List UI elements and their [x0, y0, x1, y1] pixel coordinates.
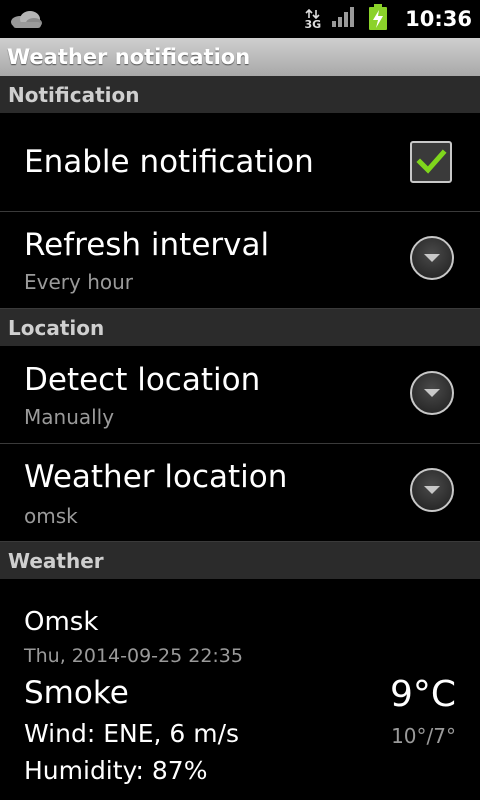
section-header-location: Location — [0, 309, 480, 346]
pref-refresh-interval[interactable]: Refresh interval Every hour — [0, 212, 480, 309]
weather-condition: Smoke — [24, 675, 129, 711]
pref-detect-location[interactable]: Detect location Manually — [0, 346, 480, 444]
pref-summary: Manually — [24, 405, 115, 429]
dropdown-arrow-icon[interactable] — [410, 236, 454, 280]
weather-cloud-icon — [8, 8, 44, 34]
pref-summary: omsk — [24, 504, 78, 528]
clock: 10:36 — [405, 7, 472, 31]
dropdown-arrow-icon[interactable] — [410, 371, 454, 415]
weather-temperature: 9°C — [389, 674, 456, 715]
weather-panel[interactable]: Omsk Thu, 2014-09-25 22:35 Smoke Wind: E… — [0, 579, 480, 800]
section-header-notification: Notification — [0, 76, 480, 113]
pref-weather-location[interactable]: Weather location omsk — [0, 444, 480, 542]
weather-wind: Wind: ENE, 6 m/s — [24, 719, 240, 748]
pref-title: Weather location — [24, 459, 288, 495]
section-title: Location — [8, 315, 105, 340]
network-type-label: 3G — [304, 17, 322, 31]
pref-enable-notification[interactable]: Enable notification — [0, 113, 480, 212]
weather-datetime: Thu, 2014-09-25 22:35 — [24, 645, 243, 667]
pref-summary: Every hour — [24, 270, 134, 294]
pref-title: Detect location — [24, 362, 261, 398]
weather-high-low: 10°/7° — [391, 724, 456, 748]
weather-city: Omsk — [24, 607, 99, 637]
section-title: Weather — [8, 548, 104, 573]
app-title-bar: Weather notification — [0, 38, 480, 76]
checkmark-icon — [416, 149, 447, 174]
weather-humidity: Humidity: 87% — [24, 756, 208, 785]
page-title: Weather notification — [7, 45, 251, 69]
signal-bars-icon — [331, 6, 357, 32]
section-header-weather: Weather — [0, 542, 480, 579]
status-bar: 3G 10:36 — [0, 0, 480, 38]
battery-charging-icon — [367, 3, 389, 35]
network-3g-icon: 3G — [304, 8, 322, 31]
pref-title: Enable notification — [24, 144, 314, 180]
section-title: Notification — [8, 82, 140, 107]
pref-title: Refresh interval — [24, 227, 270, 263]
enable-notification-checkbox[interactable] — [410, 141, 452, 183]
dropdown-arrow-icon[interactable] — [410, 468, 454, 512]
